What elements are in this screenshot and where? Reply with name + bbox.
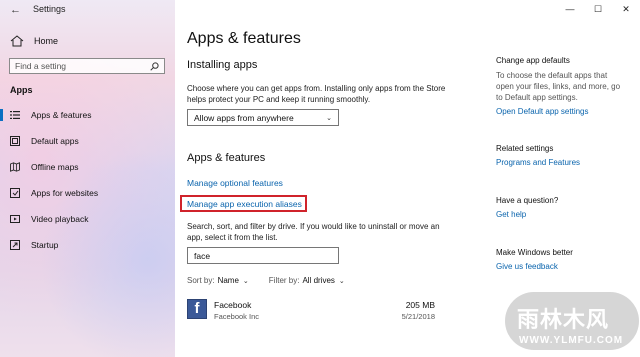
sidebar: ← Settings Home Apps Apps & featur [0,0,175,357]
sort-value: Name [217,276,239,285]
give-us-feedback-link[interactable]: Give us feedback [496,262,558,271]
home-icon [10,35,24,47]
sidebar-section-label: Apps [10,85,33,95]
minimize-button[interactable]: — [556,0,584,18]
app-publisher: Facebook Inc [214,312,260,321]
sidebar-item-default-apps[interactable]: Default apps [0,131,175,151]
page-title: Apps & features [187,30,301,47]
installing-apps-heading: Installing apps [187,59,258,71]
get-help-link[interactable]: Get help [496,210,526,219]
app-search-field[interactable] [187,247,339,264]
app-search-input[interactable] [194,250,329,261]
sidebar-item-apps-for-websites[interactable]: Apps for websites [0,183,175,203]
home-nav-item[interactable]: Home [10,34,58,48]
chevron-down-icon: ⌄ [338,277,345,285]
related-settings-heading: Related settings [496,144,554,153]
search-sort-description: Search, sort, and filter by drive. If yo… [187,222,440,242]
watermark-logo: 雨林木风 WWW.YLMFU.COM [505,292,640,357]
sidebar-item-startup[interactable]: Startup [0,235,175,255]
sort-label: Sort by: [187,276,215,285]
sort-filter-row: Sort by: Name ⌄ Filter by: All drives ⌄ [187,276,365,285]
window-title: Settings [33,4,66,14]
sidebar-item-label: Offline maps [31,162,79,172]
title-bar: ← Settings [0,0,175,20]
sidebar-item-apps-features[interactable]: Apps & features [0,105,175,125]
make-windows-better-heading: Make Windows better [496,248,573,257]
app-size: 205 MB [405,300,435,310]
filter-label: Filter by: [268,276,300,285]
change-app-defaults-text: To choose the default apps that open you… [496,71,621,102]
close-button[interactable]: ✕ [612,0,640,18]
installing-apps-description: Choose where you can get apps from. Inst… [187,84,446,104]
apps-features-icon [10,111,20,119]
facebook-icon: f [187,299,207,319]
maximize-button[interactable]: ☐ [584,0,612,18]
filter-value: All drives [302,276,335,285]
offline-maps-icon [10,162,20,172]
chevron-down-icon: ⌄ [326,114,332,122]
manage-app-execution-aliases-link[interactable]: Manage app execution aliases [187,199,302,209]
watermark-text: 雨林木风 [517,308,610,333]
dropdown-value: Allow apps from anywhere [194,112,294,123]
back-arrow-icon[interactable]: ← [10,4,21,16]
sidebar-item-label: Default apps [31,136,79,146]
video-playback-icon [10,215,20,223]
sidebar-item-label: Apps & features [31,110,92,120]
watermark-url: WWW.YLMFU.COM [519,335,624,346]
find-setting-input[interactable] [15,61,140,71]
home-label: Home [34,36,59,46]
app-name: Facebook [214,300,252,310]
startup-icon [10,240,20,250]
app-list-item[interactable]: f Facebook Facebook Inc 205 MB 5/21/2018 [187,297,435,325]
app-source-dropdown[interactable]: Allow apps from anywhere ⌄ [187,109,339,126]
window-controls: — ☐ ✕ [556,0,640,18]
chevron-down-icon: ⌄ [242,277,249,285]
apps-features-heading: Apps & features [187,152,266,164]
sidebar-item-label: Video playback [31,214,89,224]
apps-websites-icon [10,188,20,198]
change-app-defaults-heading: Change app defaults [496,56,570,65]
find-setting-search[interactable] [9,58,165,74]
filter-by-control[interactable]: Filter by: All drives ⌄ [269,276,345,285]
open-default-app-settings-link[interactable]: Open Default app settings [496,107,589,116]
active-indicator [0,109,3,121]
have-a-question-heading: Have a question? [496,196,559,205]
search-icon[interactable] [150,61,159,71]
sort-by-control[interactable]: Sort by: Name ⌄ [187,276,249,285]
manage-optional-features-link[interactable]: Manage optional features [187,178,283,188]
sidebar-item-video-playback[interactable]: Video playback [0,209,175,229]
app-install-date: 5/21/2018 [401,312,435,321]
sidebar-item-label: Startup [31,240,59,250]
default-apps-icon [10,136,20,146]
programs-and-features-link[interactable]: Programs and Features [496,158,580,167]
sidebar-item-offline-maps[interactable]: Offline maps [0,157,175,177]
sidebar-item-label: Apps for websites [31,188,99,198]
